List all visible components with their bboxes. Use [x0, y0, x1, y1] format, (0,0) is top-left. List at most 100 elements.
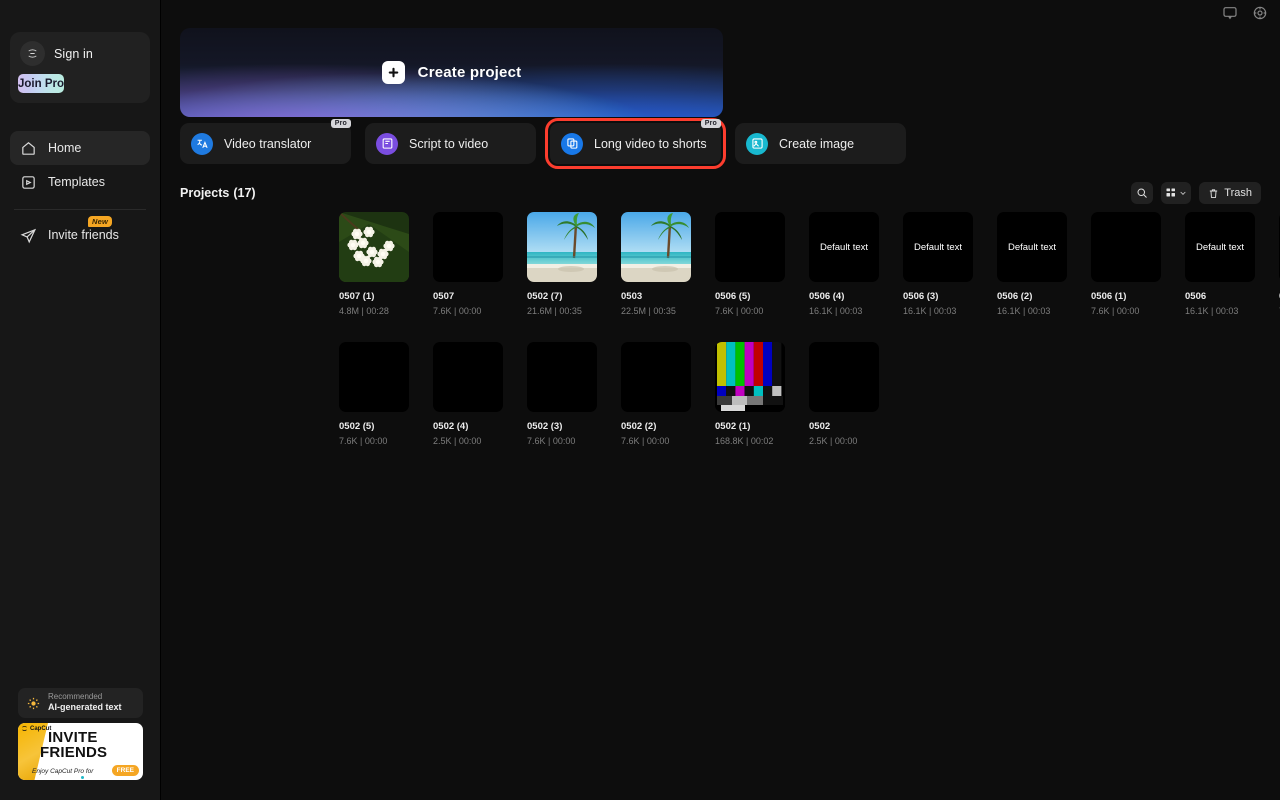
project-thumbnail[interactable]: Default text — [809, 212, 879, 282]
search-icon — [1136, 187, 1148, 199]
project-meta: 16.1K | 00:03 — [997, 306, 1067, 318]
join-pro-button[interactable]: Join Pro — [18, 74, 64, 93]
recommended-text: Recommended AI-generated text — [48, 692, 122, 714]
projects-count: (17) — [233, 186, 255, 200]
project-card[interactable]: 0502 (5) 7.6K | 00:00 — [339, 342, 409, 448]
thumbnail-image — [715, 342, 785, 412]
projects-toolbar: Trash — [1131, 182, 1261, 204]
project-thumbnail[interactable] — [339, 212, 409, 282]
project-name: 0502 (7) — [527, 291, 597, 303]
project-card[interactable]: Default text0506 (2)16.1K | 00:03 — [997, 212, 1067, 318]
promo-line2: FRIENDS — [40, 745, 107, 760]
promo-line3: Enjoy CapCut Pro for — [32, 768, 93, 775]
project-thumbnail[interactable] — [433, 342, 503, 412]
sign-in-row[interactable]: Sign in — [18, 41, 142, 66]
project-card[interactable]: 05077.6K | 00:00 — [433, 212, 503, 318]
project-card[interactable]: 0506 (5) 7.6K | 00:00 — [715, 212, 785, 318]
project-card[interactable]: Default text050616.1K | 00:03 — [1185, 212, 1255, 318]
project-thumbnail[interactable]: Default text — [903, 212, 973, 282]
project-name: 0502 (2) — [621, 421, 691, 433]
sidebar-nav: Home Templates Invite friends New — [10, 131, 150, 252]
project-name: 0502 (3) — [527, 421, 597, 433]
project-name: 0503 — [621, 291, 691, 303]
tool-card-create-image[interactable]: Create image — [735, 123, 906, 164]
thumbnail-text: Default text — [820, 242, 868, 253]
project-card[interactable]: 0506 (1)7.6K | 00:00 — [1091, 212, 1161, 318]
project-card[interactable]: 0502 (3) 7.6K | 00:00 — [527, 342, 597, 448]
create-project-banner[interactable]: Create project — [180, 28, 723, 117]
project-thumbnail[interactable] — [527, 212, 597, 282]
trash-icon — [1208, 188, 1219, 199]
project-meta: 168.8K | 00:02 — [715, 436, 785, 448]
project-thumbnail[interactable] — [621, 342, 691, 412]
promo-line1: INVITE — [48, 730, 98, 745]
project-thumbnail[interactable] — [527, 342, 597, 412]
project-card[interactable]: 050322.5M | 00:35 — [621, 212, 691, 318]
main-content: Create project Video translator Pro — [161, 0, 1280, 800]
promo-carousel-dot[interactable] — [81, 776, 84, 779]
project-thumbnail[interactable] — [809, 342, 879, 412]
thumbnail-image — [339, 212, 409, 282]
project-thumbnail[interactable] — [715, 342, 785, 412]
pro-badge: Pro — [331, 119, 351, 128]
trash-button[interactable]: Trash — [1199, 182, 1261, 204]
project-card[interactable]: 0502 2.5K | 00:00 — [809, 342, 879, 448]
new-badge: New — [88, 216, 112, 227]
project-meta: 2.5K | 00:00 — [809, 436, 879, 448]
view-mode-button[interactable] — [1161, 182, 1191, 204]
plus-icon — [382, 61, 405, 84]
project-name: 0502 (5) — [339, 421, 409, 433]
project-card[interactable]: Default text 0506 (4) 16.1K | 00:03 — [809, 212, 879, 318]
project-thumbnail[interactable] — [1091, 212, 1161, 282]
invite-friends-promo[interactable]: CapCut INVITE FRIENDS Enjoy CapCut Pro f… — [18, 723, 143, 780]
project-thumbnail[interactable]: Default text — [1185, 212, 1255, 282]
project-meta: 7.6K | 00:00 — [339, 436, 409, 448]
project-meta: 7.6K | 00:00 — [715, 306, 785, 318]
sidebar-item-invite-friends[interactable]: Invite friends New — [10, 218, 150, 252]
recommended-title: AI-generated text — [48, 702, 122, 714]
home-icon — [20, 140, 37, 157]
project-card[interactable]: 0507 (1)4.8M | 00:28 — [339, 212, 409, 318]
project-meta: 7.6K | 00:00 — [527, 436, 597, 448]
trash-label: Trash — [1224, 187, 1252, 199]
project-name: 0506 (5) — [715, 291, 785, 303]
project-card[interactable]: 0502 (7)21.6M | 00:35 — [527, 212, 597, 318]
project-meta: 16.1K | 00:03 — [903, 306, 973, 318]
sidebar-item-home[interactable]: Home — [10, 131, 150, 165]
search-button[interactable] — [1131, 182, 1153, 204]
project-name: 0502 (1) — [715, 421, 785, 433]
project-thumbnail[interactable]: Default text — [997, 212, 1067, 282]
projects-grid: 0507 (1)4.8M | 00:28 05077.6K | 00:00 0502… — [339, 212, 1280, 448]
tool-label-video-translator: Video translator — [224, 137, 311, 151]
tool-card-script-to-video[interactable]: Script to video — [365, 123, 536, 164]
project-thumbnail[interactable] — [339, 342, 409, 412]
project-card[interactable]: 0502 (4)2.5K | 00:00 — [433, 342, 503, 448]
tool-card-long-video-to-shorts[interactable]: Long video to shorts Pro — [550, 123, 721, 164]
recommended-card[interactable]: Recommended AI-generated text — [18, 688, 143, 718]
project-name: 0506 (3) — [903, 291, 973, 303]
project-card[interactable]: 0502 (1) 168.8K | 00:02 — [715, 342, 785, 448]
promo-brand-label: CapCut — [30, 726, 51, 732]
tool-label-script-to-video: Script to video — [409, 137, 488, 151]
capcut-app-window: Sign in Join Pro Home Templates — [0, 0, 1280, 800]
tool-card-video-translator[interactable]: Video translator Pro — [180, 123, 351, 164]
project-meta: 2.5K | 00:00 — [433, 436, 503, 448]
tool-label-create-image: Create image — [779, 137, 854, 151]
thumbnail-image — [621, 212, 691, 282]
project-name: 0506 (4) — [809, 291, 879, 303]
templates-icon — [20, 174, 37, 191]
project-card[interactable]: Default text 0506 (3) 16.1K | 00:03 — [903, 212, 973, 318]
sidebar-item-templates[interactable]: Templates — [10, 165, 150, 199]
project-thumbnail[interactable] — [621, 212, 691, 282]
promo-brand: CapCut — [21, 725, 51, 732]
pro-badge: Pro — [701, 119, 721, 128]
project-name: 0502 — [809, 421, 879, 433]
tool-label-long-video-to-shorts: Long video to shorts — [594, 137, 707, 151]
project-thumbnail[interactable] — [715, 212, 785, 282]
translate-icon — [191, 133, 213, 155]
page-title: Projects(17) — [180, 186, 256, 200]
project-thumbnail[interactable] — [433, 212, 503, 282]
project-meta: 16.1K | 00:03 — [809, 306, 879, 318]
capcut-logo-icon — [21, 725, 28, 732]
project-card[interactable]: 0502 (2)7.6K | 00:00 — [621, 342, 691, 448]
